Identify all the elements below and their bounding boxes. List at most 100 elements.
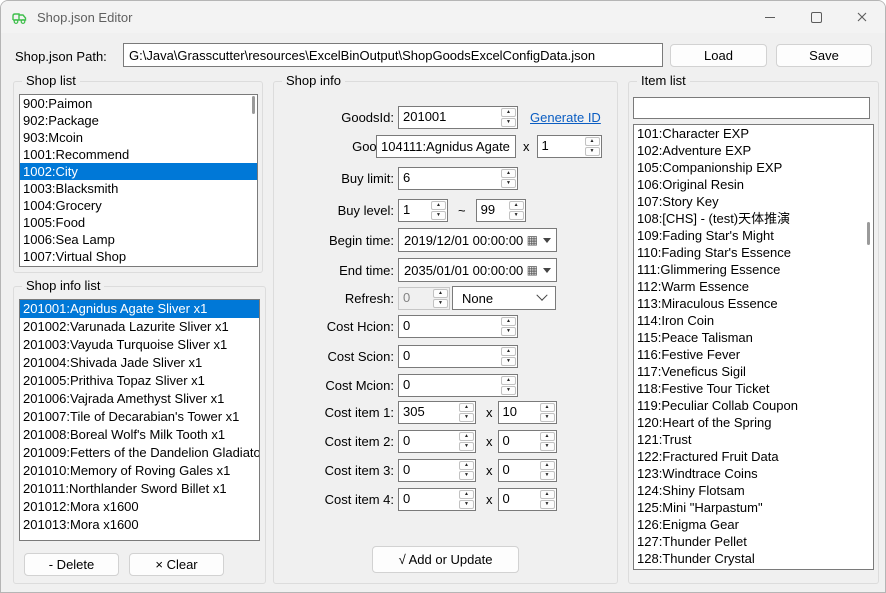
goodsid-spinner[interactable]: 201001 ▲▼	[398, 106, 518, 129]
spin-up-icon[interactable]: ▲	[501, 317, 516, 326]
clear-button[interactable]: × Clear	[129, 553, 224, 576]
cost-item-count-spinner[interactable]: 0 ▲▼	[498, 488, 557, 511]
item-list-item[interactable]: 106:Original Resin	[634, 176, 873, 193]
spin-down-icon[interactable]: ▼	[585, 147, 600, 156]
shop-info-list-item[interactable]: 201008:Boreal Wolf's Milk Tooth x1	[20, 426, 259, 444]
buy-level-max-spinner[interactable]: 99 ▲▼	[476, 199, 526, 222]
shop-info-list-item[interactable]: 201009:Fetters of the Dandelion Gladiato…	[20, 444, 259, 462]
shop-list-item[interactable]: 1003:Blacksmith	[20, 180, 257, 197]
dropdown-arrow-icon[interactable]	[543, 268, 551, 273]
goods-input[interactable]	[376, 135, 516, 158]
spin-down-icon[interactable]: ▼	[501, 386, 516, 395]
spin-down-icon[interactable]: ▼	[459, 413, 474, 422]
spin-down-icon[interactable]: ▼	[540, 500, 555, 509]
spin-up-icon[interactable]: ▲	[501, 376, 516, 385]
item-list-item[interactable]: 107:Story Key	[634, 193, 873, 210]
item-list-item[interactable]: 125:Mini "Harpastum"	[634, 499, 873, 516]
add-or-update-button[interactable]: √ Add or Update	[372, 546, 519, 573]
shop-info-listbox[interactable]: 201001:Agnidus Agate Sliver x1201002:Var…	[19, 299, 260, 541]
spin-up-icon[interactable]: ▲	[501, 169, 516, 178]
spin-down-icon[interactable]: ▼	[509, 211, 524, 220]
spin-up-icon[interactable]: ▲	[501, 347, 516, 356]
spin-up-icon[interactable]: ▲	[540, 403, 555, 412]
item-list-item[interactable]: 113:Miraculous Essence	[634, 295, 873, 312]
spin-down-icon[interactable]: ▼	[459, 471, 474, 480]
item-list-item[interactable]: 119:Peculiar Collab Coupon	[634, 397, 873, 414]
shop-list-scrollbar[interactable]	[252, 96, 255, 114]
shop-listbox[interactable]: 900:Paimon902:Package903:Mcoin1001:Recom…	[19, 94, 258, 267]
shop-list-item[interactable]: 1007:Virtual Shop	[20, 248, 257, 265]
buy-level-min-spinner[interactable]: 1 ▲▼	[398, 199, 448, 222]
spin-up-icon[interactable]: ▲	[540, 432, 555, 441]
item-list-item[interactable]: 110:Fading Star's Essence	[634, 244, 873, 261]
cost-item-count-spinner[interactable]: 0 ▲▼	[498, 430, 557, 453]
shop-list-item[interactable]: 1006:Sea Lamp	[20, 231, 257, 248]
shop-info-list-item[interactable]: 201012:Mora x1600	[20, 498, 259, 516]
item-search-input[interactable]	[633, 97, 870, 119]
close-button[interactable]	[839, 1, 885, 33]
calendar-icon[interactable]: ▦	[527, 234, 538, 246]
end-time-picker[interactable]: 2035/01/01 00:00:00 ▦	[398, 258, 557, 282]
item-list-item[interactable]: 112:Warm Essence	[634, 278, 873, 295]
shop-list-item[interactable]: 903:Mcoin	[20, 129, 257, 146]
shop-list-item[interactable]: 1004:Grocery	[20, 197, 257, 214]
item-list-item[interactable]: 101:Character EXP	[634, 125, 873, 142]
begin-time-picker[interactable]: 2019/12/01 00:00:00 ▦	[398, 228, 557, 252]
item-list-item[interactable]: 121:Trust	[634, 431, 873, 448]
generate-id-link[interactable]: Generate ID	[530, 110, 601, 125]
item-list-item[interactable]: 109:Fading Star's Might	[634, 227, 873, 244]
item-list-scrollbar[interactable]	[867, 222, 870, 245]
spin-up-icon[interactable]: ▲	[585, 137, 600, 146]
item-list-item[interactable]: 105:Companionship EXP	[634, 159, 873, 176]
item-list-item[interactable]: 114:Iron Coin	[634, 312, 873, 329]
shop-info-list-item[interactable]: 201004:Shivada Jade Sliver x1	[20, 354, 259, 372]
load-button[interactable]: Load	[670, 44, 767, 67]
item-list-item[interactable]: 126:Enigma Gear	[634, 516, 873, 533]
item-listbox[interactable]: 101:Character EXP102:Adventure EXP105:Co…	[633, 124, 874, 570]
item-list-item[interactable]: 123:Windtrace Coins	[634, 465, 873, 482]
item-list-item[interactable]: 127:Thunder Pellet	[634, 533, 873, 550]
item-list-item[interactable]: 122:Fractured Fruit Data	[634, 448, 873, 465]
spin-down-icon[interactable]: ▼	[459, 500, 474, 509]
save-button[interactable]: Save	[776, 44, 872, 67]
spin-up-icon[interactable]: ▲	[459, 432, 474, 441]
spin-down-icon[interactable]: ▼	[540, 413, 555, 422]
item-list-item[interactable]: 128:Thunder Crystal	[634, 550, 873, 567]
spin-up-icon[interactable]: ▲	[459, 461, 474, 470]
spin-down-icon[interactable]: ▼	[501, 327, 516, 336]
spin-down-icon[interactable]: ▼	[431, 211, 446, 220]
shop-list-item[interactable]: 1002:City	[20, 163, 257, 180]
cost-item-id-spinner[interactable]: 0 ▲▼	[398, 430, 476, 453]
cost-mcion-spinner[interactable]: 0 ▲▼	[398, 374, 518, 397]
minimize-button[interactable]	[747, 1, 793, 33]
goods-count-spinner[interactable]: 1 ▲▼	[537, 135, 602, 158]
dropdown-arrow-icon[interactable]	[543, 238, 551, 243]
spin-down-icon[interactable]: ▼	[540, 442, 555, 451]
shop-info-list-item[interactable]: 201013:Mora x1600	[20, 516, 259, 534]
shop-list-item[interactable]: 1005:Food	[20, 214, 257, 231]
cost-hcion-spinner[interactable]: 0 ▲▼	[398, 315, 518, 338]
cost-item-id-spinner[interactable]: 0 ▲▼	[398, 488, 476, 511]
item-list-item[interactable]: 118:Festive Tour Ticket	[634, 380, 873, 397]
calendar-icon[interactable]: ▦	[527, 264, 538, 276]
item-list-item[interactable]: 111:Glimmering Essence	[634, 261, 873, 278]
shop-list-item[interactable]: 900:Paimon	[20, 95, 257, 112]
shop-list-item[interactable]: 1001:Recommend	[20, 146, 257, 163]
delete-button[interactable]: - Delete	[24, 553, 119, 576]
spin-up-icon[interactable]: ▲	[459, 490, 474, 499]
item-list-item[interactable]: 116:Festive Fever	[634, 346, 873, 363]
spin-up-icon[interactable]: ▲	[509, 201, 524, 210]
spin-down-icon[interactable]: ▼	[501, 118, 516, 127]
spin-down-icon[interactable]: ▼	[501, 179, 516, 188]
spin-down-icon[interactable]: ▼	[459, 442, 474, 451]
path-input[interactable]	[123, 43, 663, 67]
shop-info-list-item[interactable]: 201010:Memory of Roving Gales x1	[20, 462, 259, 480]
item-list-item[interactable]: 102:Adventure EXP	[634, 142, 873, 159]
cost-item-id-spinner[interactable]: 0 ▲▼	[398, 459, 476, 482]
cost-item-count-spinner[interactable]: 10 ▲▼	[498, 401, 557, 424]
spin-up-icon[interactable]: ▲	[459, 403, 474, 412]
shop-info-list-item[interactable]: 201007:Tile of Decarabian's Tower x1	[20, 408, 259, 426]
item-list-item[interactable]: 124:Shiny Flotsam	[634, 482, 873, 499]
spin-up-icon[interactable]: ▲	[540, 461, 555, 470]
cost-item-count-spinner[interactable]: 0 ▲▼	[498, 459, 557, 482]
